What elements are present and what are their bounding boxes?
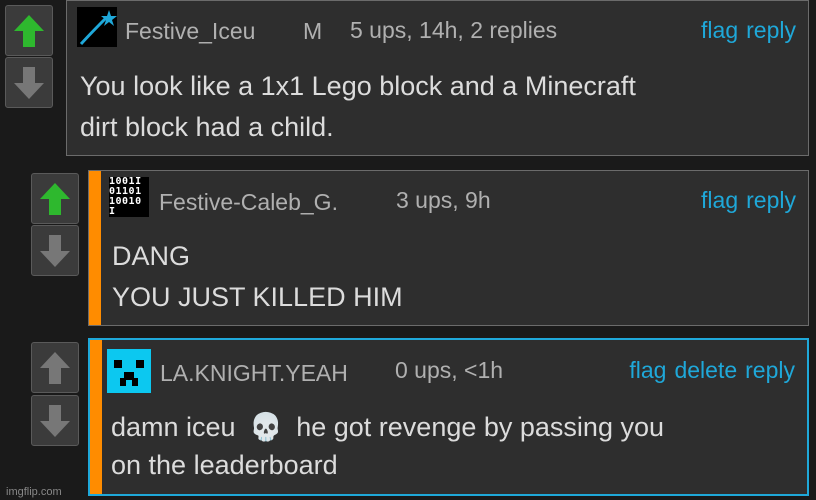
reply-link[interactable]: reply bbox=[746, 17, 796, 43]
comment-text-segment: he got revenge by passing you bbox=[296, 412, 664, 442]
arrow-down-icon bbox=[40, 234, 70, 267]
imgflip-watermark: imgflip.com bbox=[6, 486, 62, 498]
arrow-up-icon bbox=[14, 14, 44, 47]
downvote-button-1[interactable] bbox=[5, 57, 53, 108]
avatar-binary-row: I bbox=[109, 206, 116, 217]
upvote-button-2[interactable] bbox=[31, 173, 79, 224]
avatar-binary-icon: 1001I 01101 10010 I bbox=[109, 177, 149, 217]
reply-link[interactable]: reply bbox=[745, 357, 795, 383]
comment-meta: 5 ups, 14h, 2 replies bbox=[350, 17, 558, 43]
upvote-button-1[interactable] bbox=[5, 5, 53, 56]
username[interactable]: LA.KNIGHT.YEAH bbox=[160, 360, 348, 387]
reply-indicator bbox=[90, 340, 102, 494]
comment-text-line: DANG bbox=[112, 241, 191, 271]
comment-actions: flag delete reply bbox=[621, 357, 795, 384]
comment-body-2: 1001I 01101 10010 I Festive-Caleb_G. 3 u… bbox=[88, 170, 809, 326]
reply-indicator bbox=[89, 171, 101, 325]
upvote-button-3[interactable] bbox=[31, 342, 79, 393]
arrow-down-icon bbox=[14, 66, 44, 99]
username[interactable]: Festive-Caleb_G. bbox=[159, 189, 338, 216]
comment-meta: 0 ups, <1h bbox=[395, 357, 504, 383]
downvote-button-2[interactable] bbox=[31, 225, 79, 276]
comment-text-line: damn iceu 💀 he got revenge by passing yo… bbox=[111, 410, 664, 445]
comment-meta: 3 ups, 9h bbox=[396, 187, 491, 213]
comment-text-line: You look like a 1x1 Lego block and a Min… bbox=[80, 71, 636, 101]
flag-link[interactable]: flag bbox=[701, 187, 738, 213]
skull-icon: 💀 bbox=[249, 412, 283, 442]
comment-actions: flag reply bbox=[693, 187, 796, 214]
arrow-up-icon bbox=[40, 351, 70, 384]
comment-actions: flag reply bbox=[693, 17, 796, 44]
flag-link[interactable]: flag bbox=[629, 357, 666, 383]
flag-link[interactable]: flag bbox=[701, 17, 738, 43]
arrow-up-icon bbox=[40, 182, 70, 215]
comment-text-line: on the leaderboard bbox=[111, 450, 338, 480]
arrow-down-icon bbox=[40, 404, 70, 437]
comment-body-1: Festive_Iceu M 5 ups, 14h, 2 replies fla… bbox=[66, 0, 809, 156]
username[interactable]: Festive_Iceu bbox=[125, 18, 255, 45]
delete-link[interactable]: delete bbox=[674, 357, 737, 383]
downvote-button-3[interactable] bbox=[31, 395, 79, 446]
comment-text-line: YOU JUST KILLED HIM bbox=[112, 282, 403, 312]
mod-badge: M bbox=[303, 18, 323, 44]
reply-link[interactable]: reply bbox=[746, 187, 796, 213]
avatar-creeper-icon bbox=[107, 349, 151, 393]
comment-body-3: LA.KNIGHT.YEAH 0 ups, <1h flag delete repl… bbox=[88, 338, 809, 496]
avatar-comet-icon bbox=[77, 7, 117, 47]
comment-text-line: dirt block had a child. bbox=[80, 112, 334, 142]
comment-text-segment: damn iceu bbox=[111, 412, 236, 442]
